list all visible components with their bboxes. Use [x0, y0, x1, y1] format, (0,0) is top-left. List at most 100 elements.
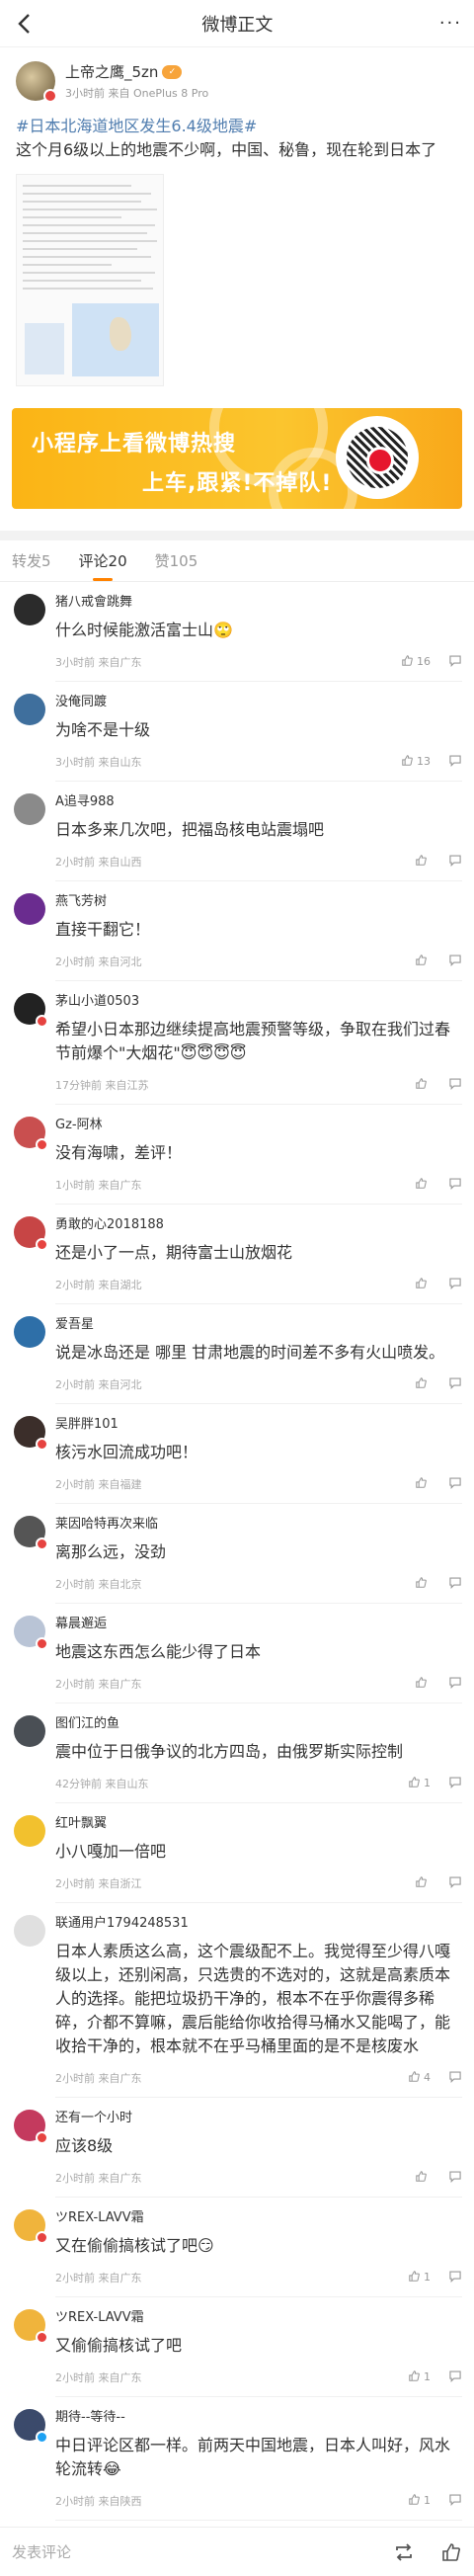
- comment-like-button[interactable]: 4: [408, 2070, 431, 2086]
- reply-icon[interactable]: [448, 2168, 462, 2187]
- reply-icon[interactable]: [448, 1275, 462, 1293]
- author-name[interactable]: 上帝之鹰_5zn: [65, 61, 158, 82]
- commenter-avatar[interactable]: [14, 1715, 45, 1747]
- commenter-avatar[interactable]: [14, 2110, 48, 2144]
- repost-icon[interactable]: [393, 2541, 415, 2563]
- comment-like-button[interactable]: [415, 954, 431, 969]
- reply-icon[interactable]: [448, 652, 462, 671]
- commenter-name[interactable]: 茅山小道0503: [55, 993, 462, 1011]
- commenter-avatar[interactable]: [14, 1316, 45, 1348]
- reply-icon[interactable]: [448, 2268, 462, 2286]
- comment-item[interactable]: A追寻988 日本多来几次吧，把福岛核电站震塌吧 2小时前 来自山西: [0, 782, 474, 881]
- commenter-name[interactable]: 吴胖胖101: [55, 1416, 462, 1434]
- more-icon[interactable]: ···: [439, 13, 462, 34]
- commenter-avatar[interactable]: [14, 1915, 45, 1947]
- reply-icon[interactable]: [448, 1175, 462, 1194]
- reply-icon[interactable]: [448, 852, 462, 871]
- commenter-name[interactable]: 图们江的鱼: [55, 1715, 462, 1733]
- commenter-avatar[interactable]: [14, 2409, 48, 2444]
- comment-item[interactable]: 莱因哈特再次来临 离那么远，没劲 2小时前 来自北京: [0, 1504, 474, 1604]
- comment-like-button[interactable]: [415, 1875, 431, 1891]
- commenter-name[interactable]: 猪八戒會跳舞: [55, 594, 462, 612]
- commenter-avatar[interactable]: [14, 1117, 48, 1151]
- comment-like-button[interactable]: 1: [408, 2493, 431, 2509]
- comment-like-button[interactable]: [415, 1476, 431, 1492]
- reply-icon[interactable]: [448, 952, 462, 970]
- commenter-avatar[interactable]: [14, 2209, 48, 2244]
- promo-banner[interactable]: 小程序上看微博热搜 上车,跟紧!不掉队!: [12, 408, 462, 509]
- commenter-name[interactable]: 幕晨邂逅: [55, 1616, 462, 1633]
- reply-icon[interactable]: [448, 752, 462, 771]
- commenter-name[interactable]: 莱因哈特再次来临: [55, 1516, 462, 1534]
- commenter-name[interactable]: 爱吾星: [55, 1316, 462, 1334]
- tab-likes[interactable]: 赞105: [155, 550, 198, 581]
- commenter-name[interactable]: 燕飞芳树: [55, 893, 462, 911]
- post-author[interactable]: 上帝之鹰_5zn ✓ 3小时前 来自 OnePlus 8 Pro: [16, 61, 458, 103]
- tab-reposts[interactable]: 转发5: [12, 550, 51, 581]
- topic-link[interactable]: #日本北海道地区发生6.4级地震#: [16, 117, 257, 135]
- commenter-name[interactable]: Gz-阿林: [55, 1117, 462, 1134]
- comment-item[interactable]: 联通用户1794248531 日本人素质这么高，这个震级配不上。我觉得至少得八嘎级…: [0, 1903, 474, 2098]
- post-image[interactable]: [16, 174, 164, 386]
- comment-item[interactable]: 吴胖胖101 核污水回流成功吧！ 2小时前 来自福建: [0, 1404, 474, 1504]
- commenter-avatar[interactable]: [14, 893, 45, 925]
- commenter-name[interactable]: A追寻988: [55, 793, 462, 811]
- comment-item[interactable]: 还有一个小时 应该8级 2小时前 来自广东: [0, 2098, 474, 2198]
- commenter-name[interactable]: 勇敢的心2018188: [55, 1216, 462, 1234]
- commenter-name[interactable]: 联通用户1794248531: [55, 1915, 462, 1933]
- reply-icon[interactable]: [448, 1873, 462, 1892]
- comment-item[interactable]: 勇敢的心2018188 还是小了一点，期待富士山放烟花 2小时前 来自湖北: [0, 1205, 474, 1304]
- comment-item[interactable]: ツREX-LAVV霜 又偷偷搞核试了吧 2小时前 来自广东 1: [0, 2297, 474, 2397]
- commenter-name[interactable]: 红叶飘翼: [55, 1815, 462, 1833]
- commenter-name[interactable]: 还有一个小时: [55, 2110, 462, 2127]
- reply-icon[interactable]: [448, 1674, 462, 1693]
- comment-item[interactable]: 期待--等待-- 中日评论区都一样。前两天中国地震，日本人叫好，风水轮流转😂 2小时…: [0, 2397, 474, 2521]
- comment-item[interactable]: 幕晨邂逅 地震这东西怎么能少得了日本 2小时前 来自广东: [0, 1604, 474, 1703]
- comment-like-button[interactable]: [415, 1676, 431, 1692]
- comment-like-button[interactable]: [415, 1077, 431, 1093]
- comment-item[interactable]: 茅山小道0503 希望小日本那边继续提高地震预警等级，争取在我们过春节前爆个"大烟…: [0, 981, 474, 1105]
- comment-item[interactable]: Gz-阿林 没有海啸，差评！ 1小时前 来自广东: [0, 1105, 474, 1205]
- comment-input[interactable]: 发表评论: [12, 2541, 367, 2562]
- commenter-avatar[interactable]: [14, 1216, 48, 1251]
- comment-item[interactable]: 图们江的鱼 震中位于日俄争议的北方四岛，由俄罗斯实际控制 42分钟前 来自山东 1: [0, 1703, 474, 1803]
- commenter-avatar[interactable]: [14, 1815, 45, 1847]
- comment-item[interactable]: ツREX-LAVV霜 又在偷偷搞核试了吧😏 2小时前 来自广东 1: [0, 2198, 474, 2297]
- reply-icon[interactable]: [448, 1474, 462, 1493]
- comment-item[interactable]: 没俺同踱 为啥不是十级 3小时前 来自山东 13: [0, 682, 474, 782]
- tab-comments[interactable]: 评论20: [79, 550, 127, 581]
- comment-like-button[interactable]: 13: [401, 754, 431, 770]
- reply-icon[interactable]: [448, 2491, 462, 2510]
- reply-icon[interactable]: [448, 1075, 462, 1094]
- comment-like-button[interactable]: [415, 1177, 431, 1193]
- comment-item[interactable]: 燕飞芳树 直接干翻它！ 2小时前 来自河北: [0, 881, 474, 981]
- comment-like-button[interactable]: [415, 1576, 431, 1592]
- commenter-avatar[interactable]: [14, 793, 45, 825]
- commenter-avatar[interactable]: [14, 1516, 48, 1550]
- commenter-name[interactable]: 期待--等待--: [55, 2409, 462, 2427]
- comment-like-button[interactable]: 16: [401, 654, 431, 670]
- commenter-avatar[interactable]: [14, 694, 45, 725]
- like-icon[interactable]: [440, 2541, 462, 2563]
- commenter-name[interactable]: ツREX-LAVV霜: [55, 2209, 462, 2227]
- comment-item[interactable]: 红叶飘翼 小八嘎加一倍吧 2小时前 来自浙江: [0, 1803, 474, 1903]
- comment-like-button[interactable]: [415, 2170, 431, 2186]
- reply-icon[interactable]: [448, 1774, 462, 1792]
- reply-icon[interactable]: [448, 1374, 462, 1393]
- reply-icon[interactable]: [448, 2068, 462, 2087]
- commenter-avatar[interactable]: [14, 2309, 48, 2344]
- comment-like-button[interactable]: 1: [408, 1776, 431, 1791]
- back-arrow-icon[interactable]: [12, 12, 36, 36]
- comment-like-button[interactable]: 1: [408, 2369, 431, 2385]
- author-avatar[interactable]: [16, 61, 57, 103]
- reply-icon[interactable]: [448, 1574, 462, 1593]
- comment-like-button[interactable]: [415, 1376, 431, 1392]
- comment-like-button[interactable]: 1: [408, 2270, 431, 2285]
- commenter-avatar[interactable]: [14, 594, 45, 625]
- comment-item[interactable]: 爱吾星 说是冰岛还是 哪里 甘肃地震的时间差不多有火山喷发。 2小时前 来自河北: [0, 1304, 474, 1404]
- reply-icon[interactable]: [448, 2368, 462, 2386]
- commenter-name[interactable]: ツREX-LAVV霜: [55, 2309, 462, 2327]
- comment-item[interactable]: 猪八戒會跳舞 什么时候能激活富士山🙄 3小时前 来自广东 16: [0, 582, 474, 682]
- commenter-avatar[interactable]: [14, 1616, 48, 1650]
- comment-like-button[interactable]: [415, 1277, 431, 1292]
